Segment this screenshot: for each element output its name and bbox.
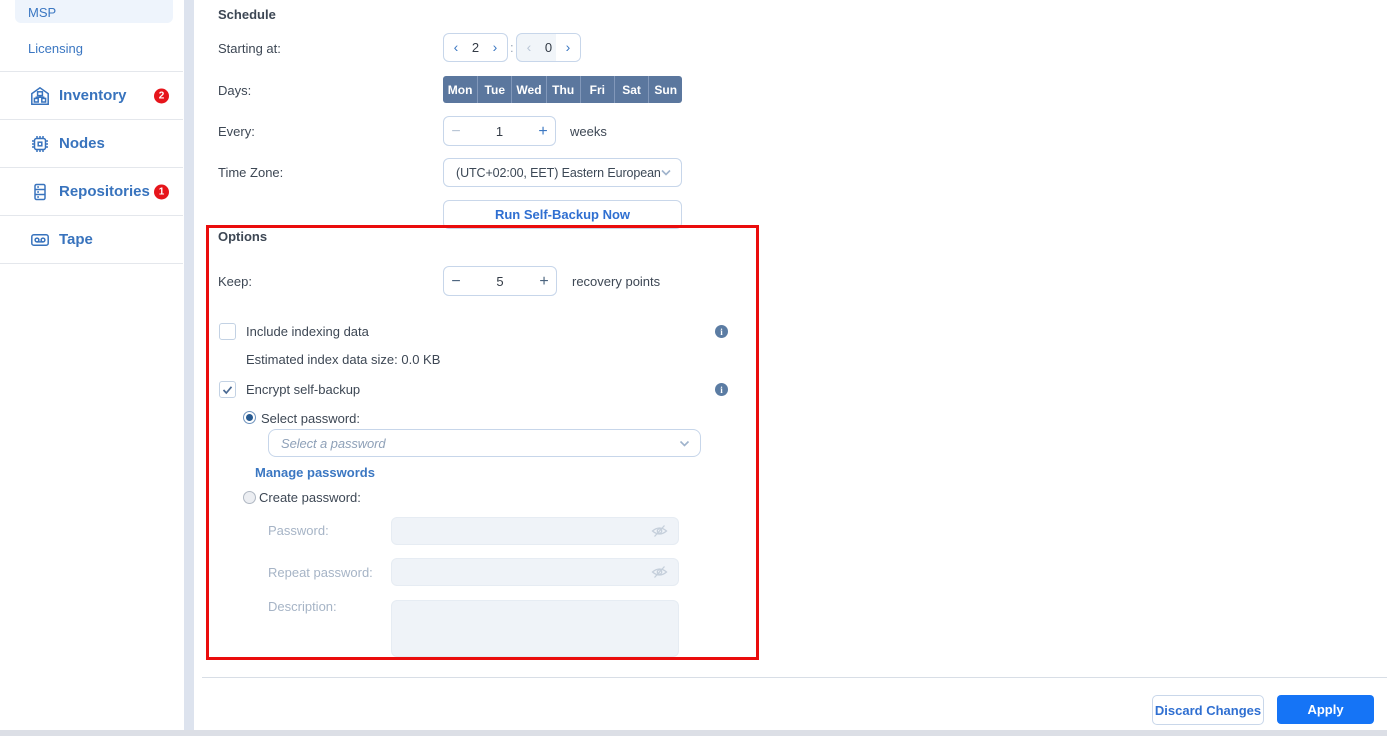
encrypt-backup-label: Encrypt self-backup bbox=[246, 382, 360, 397]
sidebar-item-inventory[interactable]: Inventory 2 bbox=[0, 72, 183, 120]
password-label: Password: bbox=[268, 523, 329, 538]
create-password-radio[interactable] bbox=[243, 491, 256, 504]
create-password-label: Create password: bbox=[259, 490, 361, 505]
minute-decrement-button[interactable]: ‹ bbox=[517, 34, 541, 61]
encrypt-info-icon[interactable]: i bbox=[715, 383, 728, 396]
every-value: 1 bbox=[468, 124, 531, 139]
sidebar-item-repositories[interactable]: Repositories 1 bbox=[0, 168, 183, 216]
day-button-sun[interactable]: Sun bbox=[648, 76, 682, 103]
keep-value: 5 bbox=[468, 274, 532, 289]
every-unit-label: weeks bbox=[570, 124, 607, 139]
sidebar-item-label: Inventory bbox=[59, 87, 127, 104]
minute-value: 0 bbox=[541, 40, 556, 55]
select-password-radio[interactable] bbox=[243, 411, 256, 424]
indexing-info-icon[interactable]: i bbox=[715, 325, 728, 338]
inventory-icon bbox=[30, 86, 50, 106]
repeat-password-input[interactable] bbox=[391, 558, 679, 586]
run-self-backup-button[interactable]: Run Self-Backup Now bbox=[443, 200, 682, 229]
minute-increment-button[interactable]: › bbox=[556, 34, 580, 61]
sidebar: MSP Licensing Inventory 2 Nodes bbox=[0, 0, 183, 736]
every-decrement-button[interactable]: − bbox=[444, 118, 468, 145]
checkmark-icon bbox=[222, 385, 233, 395]
self-backup-settings-page: MSP Licensing Inventory 2 Nodes bbox=[0, 0, 1387, 736]
every-increment-button[interactable]: + bbox=[531, 118, 555, 145]
chevron-down-icon bbox=[661, 169, 671, 176]
password-select[interactable]: Select a password bbox=[268, 429, 701, 457]
sidebar-item-licensing[interactable]: Licensing bbox=[28, 41, 83, 56]
description-textarea[interactable] bbox=[391, 600, 679, 657]
every-weeks-stepper[interactable]: − 1 + bbox=[443, 116, 556, 146]
horizontal-scrollbar[interactable] bbox=[0, 730, 1387, 736]
day-button-thu[interactable]: Thu bbox=[546, 76, 580, 103]
sidebar-scrollbar[interactable] bbox=[184, 0, 194, 736]
starting-at-label: Starting at: bbox=[218, 41, 281, 56]
estimated-size-text: Estimated index data size: 0.0 KB bbox=[246, 352, 440, 367]
nodes-icon bbox=[30, 134, 50, 154]
encrypt-backup-checkbox[interactable] bbox=[219, 381, 236, 398]
sidebar-item-label: Tape bbox=[59, 231, 93, 248]
every-label: Every: bbox=[218, 124, 255, 139]
time-zone-label: Time Zone: bbox=[218, 165, 283, 180]
tape-icon bbox=[30, 230, 50, 250]
day-button-sat[interactable]: Sat bbox=[614, 76, 648, 103]
days-label: Days: bbox=[218, 83, 251, 98]
keep-increment-button[interactable]: + bbox=[532, 268, 556, 295]
day-button-tue[interactable]: Tue bbox=[477, 76, 511, 103]
hour-value: 2 bbox=[468, 40, 483, 55]
hour-decrement-button[interactable]: ‹ bbox=[444, 34, 468, 61]
apply-button[interactable]: Apply bbox=[1277, 695, 1374, 724]
include-indexing-label: Include indexing data bbox=[246, 324, 369, 339]
hour-increment-button[interactable]: › bbox=[483, 34, 507, 61]
discard-changes-button[interactable]: Discard Changes bbox=[1152, 695, 1264, 725]
time-separator: : bbox=[510, 40, 514, 55]
day-button-wed[interactable]: Wed bbox=[511, 76, 545, 103]
keep-unit-label: recovery points bbox=[572, 274, 660, 289]
sidebar-item-tape[interactable]: Tape bbox=[0, 216, 183, 264]
schedule-section-title: Schedule bbox=[218, 7, 276, 22]
time-zone-value: (UTC+02:00, EET) Eastern European... bbox=[444, 166, 661, 180]
repositories-icon bbox=[30, 182, 50, 202]
sidebar-item-label: Nodes bbox=[59, 135, 105, 152]
hour-stepper[interactable]: ‹ 2 › bbox=[443, 33, 508, 62]
inventory-badge: 2 bbox=[154, 88, 169, 103]
repeat-password-label: Repeat password: bbox=[268, 565, 373, 580]
password-select-placeholder: Select a password bbox=[269, 436, 679, 451]
day-button-mon[interactable]: Mon bbox=[443, 76, 477, 103]
eye-off-icon[interactable] bbox=[651, 524, 668, 538]
days-selector: Mon Tue Wed Thu Fri Sat Sun bbox=[443, 76, 682, 103]
keep-stepper[interactable]: − 5 + bbox=[443, 266, 557, 296]
repositories-badge: 1 bbox=[154, 184, 169, 199]
day-button-fri[interactable]: Fri bbox=[580, 76, 614, 103]
sidebar-item-msp[interactable]: MSP bbox=[28, 5, 56, 20]
eye-off-icon[interactable] bbox=[651, 565, 668, 579]
options-section-title: Options bbox=[218, 229, 267, 244]
description-label: Description: bbox=[268, 599, 337, 614]
chevron-down-icon bbox=[679, 440, 690, 447]
time-zone-select[interactable]: (UTC+02:00, EET) Eastern European... bbox=[443, 158, 682, 187]
include-indexing-checkbox[interactable] bbox=[219, 323, 236, 340]
manage-passwords-link[interactable]: Manage passwords bbox=[255, 465, 375, 480]
sidebar-item-nodes[interactable]: Nodes bbox=[0, 120, 183, 168]
footer-divider bbox=[202, 677, 1387, 678]
keep-label: Keep: bbox=[218, 274, 252, 289]
password-input[interactable] bbox=[391, 517, 679, 545]
sidebar-item-label: Repositories bbox=[59, 183, 150, 200]
minute-stepper[interactable]: ‹ 0 › bbox=[516, 33, 581, 62]
select-password-label: Select password: bbox=[261, 411, 360, 426]
keep-decrement-button[interactable]: − bbox=[444, 268, 468, 295]
